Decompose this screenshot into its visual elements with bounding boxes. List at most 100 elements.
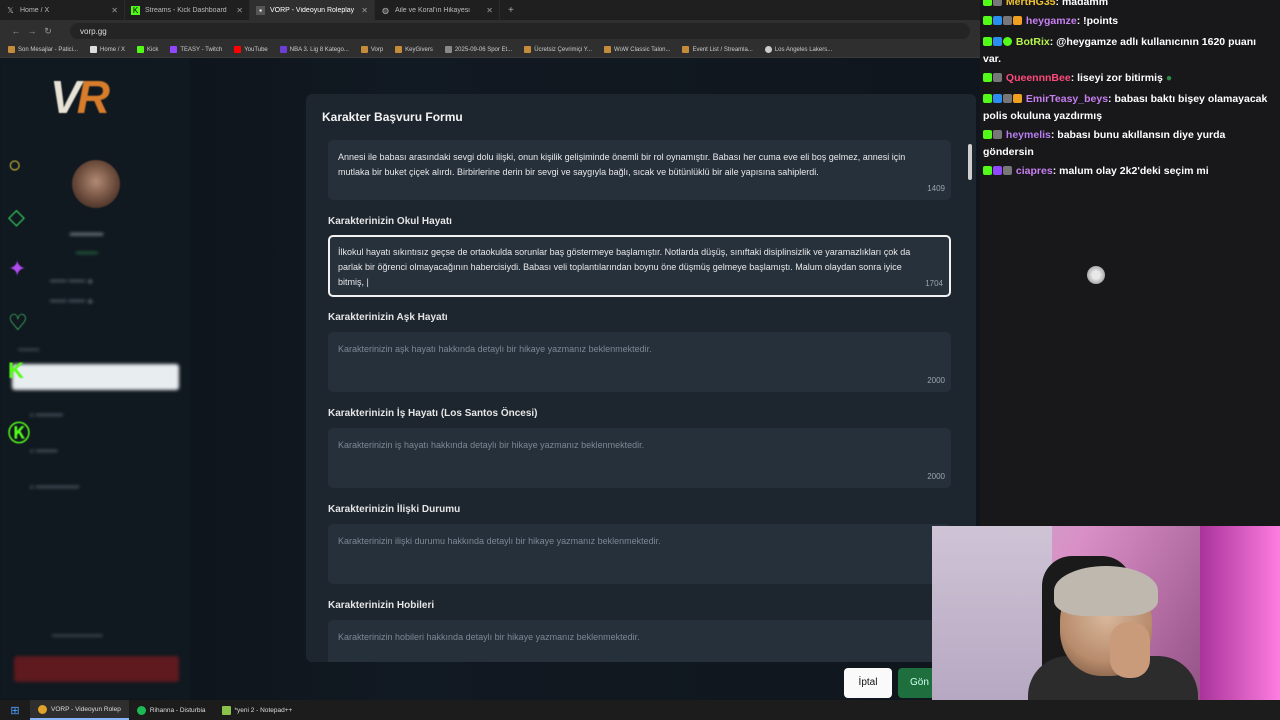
love-life-textarea[interactable]: Karakterinizin aşk hayatı hakkında detay… — [328, 332, 951, 392]
taskbar-item[interactable]: VORP - Videoyun Rolep — [30, 700, 129, 720]
browser-tab[interactable]: K Streams - Kick Dashboard ✕ — [125, 0, 250, 20]
kick-circle-icon: Ⓚ — [8, 421, 31, 446]
logout-button[interactable] — [14, 656, 179, 682]
bookmark-item[interactable]: Son Mesajlar - Patici... — [8, 46, 78, 53]
chat-username: QueennnBee — [1005, 72, 1071, 84]
chat-message: QueennnBee: liseyi zor bitirmiş ● — [983, 70, 1276, 87]
profile-stat: ━━━ ━━━ ● — [50, 296, 93, 306]
browser-tab-bar: 𝕏 Home / X ✕ K Streams - Kick Dashboard ✕ ▪ V… — [0, 0, 980, 20]
back-icon[interactable]: ← — [8, 26, 24, 36]
badge-icon — [983, 166, 992, 175]
char-counter: 1704 — [925, 279, 943, 288]
badge-icon — [993, 73, 1002, 82]
bookmark-item[interactable]: 2025-09-06 Spor Et... — [444, 46, 512, 53]
chat-username: heymelis — [1005, 129, 1051, 141]
browser-tab-active[interactable]: ▪ VORP - Videoyun Roleplay ✕ — [250, 0, 375, 20]
bookmark-item[interactable]: YouTube — [234, 46, 268, 53]
profile-status: ━━━━ — [76, 248, 98, 258]
char-counter: 1409 — [927, 184, 945, 193]
bookmark-item[interactable]: Home / X — [90, 46, 125, 53]
chat-username: MertHG35 — [1005, 0, 1056, 8]
sidebar-item-active[interactable] — [12, 364, 179, 390]
work-life-textarea[interactable]: Karakterinizin iş hayatı hakkında detayl… — [328, 428, 951, 488]
folder-icon — [360, 46, 368, 53]
profile-stat: ━━━ ━━━ ● — [50, 276, 93, 286]
browser-tab[interactable]: ◍ Aile ve Koral'ın Hikayesi ✕ — [375, 0, 500, 20]
reload-icon[interactable]: ↻ — [40, 26, 56, 37]
char-counter: 2000 — [927, 472, 945, 481]
badge-icon — [983, 73, 992, 82]
sidebar-section-label: ━━━━━ — [18, 347, 40, 354]
character-application-modal: Karakter Başvuru Formu Annesi ile babası… — [306, 94, 976, 662]
chat-message: heymelis: babası bunu akıllansın diye yu… — [983, 127, 1276, 161]
new-tab-icon[interactable]: + — [500, 5, 522, 16]
sidebar-item[interactable]: ▪ ━━━━━ — [30, 410, 63, 421]
close-tab-icon[interactable]: ✕ — [236, 6, 243, 15]
bookmark-icon — [764, 46, 772, 53]
sidebar-footer: ━━━━━━━━━━━━ — [52, 633, 103, 640]
folder-icon — [395, 46, 403, 53]
hobbies-label: Karakterinizin Hobileri — [328, 600, 435, 611]
kick-icon: K — [8, 358, 24, 383]
chat-message: EmirTeasy_beys: babası baktı bişey olama… — [983, 91, 1276, 125]
family-textarea[interactable]: Annesi ile babası arasındaki sevgi dolu … — [328, 140, 951, 200]
bookmark-item[interactable]: Ücretsiz Çevrimiçi Y... — [524, 46, 592, 53]
bookmark-item[interactable]: Vorp — [360, 46, 383, 53]
chat-text: : malum olay 2k2'deki seçim mi — [1052, 165, 1209, 177]
windows-start-icon[interactable]: ⊞ — [0, 704, 30, 717]
notepad-icon — [221, 705, 231, 715]
sidebar: VR ━━━━━ ━━━━ ━━━ ━━━ ● ━━━ ━━━ ● ━━━━━ … — [0, 58, 190, 700]
chat-username: ciapres — [1015, 165, 1053, 177]
chat-text: : liseyi zor bitirmiş — [1070, 72, 1163, 84]
kick-icon: K — [131, 5, 140, 15]
badge-icon — [1013, 16, 1022, 25]
badge-icon — [993, 16, 1002, 25]
chat-text: : !points — [1076, 15, 1119, 27]
badge-icon — [993, 37, 1002, 46]
badge-icon — [983, 37, 992, 46]
bookmark-item[interactable]: WoW Classic Talon... — [604, 46, 670, 53]
badge-icon — [1003, 37, 1012, 46]
bookmark-item[interactable]: Event List / Streamla... — [682, 46, 753, 53]
browser-tab[interactable]: 𝕏 Home / X ✕ — [0, 0, 125, 20]
badge-icon — [983, 16, 992, 25]
forward-icon[interactable]: → — [24, 26, 40, 36]
taskbar-item[interactable]: Rihanna - Disturbia — [129, 700, 214, 720]
folder-icon — [604, 46, 612, 53]
relationship-textarea[interactable]: Karakterinizin ilişki durumu hakkında de… — [328, 524, 951, 584]
close-tab-icon[interactable]: ✕ — [111, 6, 118, 15]
love-life-label: Karakterinizin Aşk Hayatı — [328, 312, 448, 323]
close-tab-icon[interactable]: ✕ — [361, 6, 368, 15]
cancel-button[interactable]: İptal — [844, 668, 892, 698]
webcam-overlay — [932, 526, 1280, 700]
relationship-label: Karakterinizin İlişki Durumu — [328, 504, 461, 515]
bookmark-item[interactable]: Los Angeles Lakers... — [764, 46, 832, 53]
school-life-textarea[interactable]: İlkokul hayatı sıkıntısız geçse de ortao… — [328, 235, 951, 297]
address-bar: ← → ↻ vorp.gg — [0, 20, 980, 42]
vorp-icon: ▪ — [256, 5, 265, 15]
chat-message: heygamze: !points — [983, 13, 1276, 30]
spotify-icon — [136, 705, 146, 715]
circle-icon: ○ — [8, 152, 22, 177]
bookmark-icon — [137, 46, 145, 53]
taskbar-item[interactable]: *yeni 2 - Notepad++ — [214, 700, 301, 720]
stream-chat: MertHG35: madamm heygamze: !points BotRi… — [980, 0, 1280, 526]
close-tab-icon[interactable]: ✕ — [486, 6, 493, 15]
bookmark-item[interactable]: NBA 3. Lig 8 Katego... — [279, 46, 349, 53]
sidebar-item[interactable]: ▪ ━━━━ — [30, 446, 57, 457]
badge-icon — [983, 130, 992, 139]
avatar — [72, 160, 120, 208]
sidebar-item[interactable]: ▪ ━━━━━━━━ — [30, 482, 79, 493]
hobbies-textarea[interactable]: Karakterinizin hobileri hakkında detaylı… — [328, 620, 951, 662]
folder-icon — [682, 46, 690, 53]
chat-username: BotRix — [1015, 36, 1050, 48]
chat-username: heygamze — [1025, 15, 1077, 27]
bookmark-item[interactable]: Kick — [137, 46, 158, 53]
modal-scrollbar[interactable] — [968, 144, 972, 180]
url-input[interactable]: vorp.gg — [70, 23, 970, 39]
badge-icon — [983, 94, 992, 103]
badge-icon — [993, 166, 1002, 175]
bookmark-item[interactable]: TEASY - Twitch — [170, 46, 222, 53]
bookmark-item[interactable]: KeyGivers — [395, 46, 433, 53]
badge-icon — [993, 130, 1002, 139]
